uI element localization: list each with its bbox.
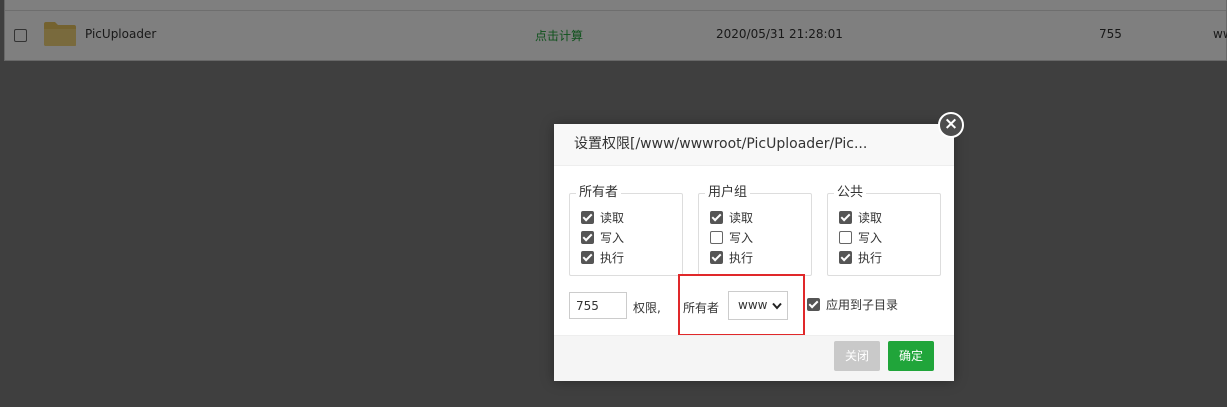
apply-subdir-label: 应用到子目录 <box>826 298 899 312</box>
owner-read-label: 读取 <box>600 211 625 225</box>
owner-legend: 所有者 <box>576 185 622 201</box>
owner-read-option[interactable]: 读取 <box>581 210 624 226</box>
public-write-label: 写入 <box>858 231 883 245</box>
owner-permissions: 所有者 读取 写入 执行 <box>569 185 683 276</box>
dialog-footer: 关闭 确定 <box>554 335 954 381</box>
public-legend: 公共 <box>834 185 867 201</box>
public-read-checkbox[interactable] <box>839 211 852 224</box>
group-write-option[interactable]: 写入 <box>710 230 753 246</box>
close-icon[interactable]: × <box>938 112 964 138</box>
group-exec-option[interactable]: 执行 <box>710 250 753 266</box>
public-read-option[interactable]: 读取 <box>839 210 882 226</box>
public-permissions: 公共 读取 写入 执行 <box>827 185 941 276</box>
group-write-checkbox[interactable] <box>710 231 723 244</box>
owner-write-checkbox[interactable] <box>581 231 594 244</box>
group-read-label: 读取 <box>729 211 754 225</box>
group-read-checkbox[interactable] <box>710 211 723 224</box>
apply-subdir-option[interactable]: 应用到子目录 <box>807 296 898 313</box>
group-permissions: 用户组 读取 写入 执行 <box>698 185 812 276</box>
highlight-box <box>678 274 805 336</box>
permission-input[interactable] <box>569 292 627 319</box>
permission-label: 权限, <box>633 301 661 315</box>
confirm-button[interactable]: 确定 <box>888 341 935 371</box>
public-read-label: 读取 <box>858 211 883 225</box>
group-legend: 用户组 <box>705 185 751 201</box>
public-exec-checkbox[interactable] <box>839 251 852 264</box>
owner-exec-label: 执行 <box>600 251 625 265</box>
group-read-option[interactable]: 读取 <box>710 210 753 226</box>
owner-write-label: 写入 <box>600 231 625 245</box>
close-button[interactable]: 关闭 <box>834 341 881 371</box>
public-exec-label: 执行 <box>858 251 883 265</box>
owner-exec-checkbox[interactable] <box>581 251 594 264</box>
owner-write-option[interactable]: 写入 <box>581 230 624 246</box>
owner-exec-option[interactable]: 执行 <box>581 250 624 266</box>
group-exec-checkbox[interactable] <box>710 251 723 264</box>
owner-read-checkbox[interactable] <box>581 211 594 224</box>
group-exec-label: 执行 <box>729 251 754 265</box>
apply-subdir-checkbox[interactable] <box>807 298 820 311</box>
group-write-label: 写入 <box>729 231 754 245</box>
dialog-title: 设置权限[/www/wwwroot/PicUploader/Pic... <box>554 124 954 166</box>
public-exec-option[interactable]: 执行 <box>839 250 882 266</box>
permission-dialog: 设置权限[/www/wwwroot/PicUploader/Pic... × 所… <box>554 112 964 381</box>
public-write-checkbox[interactable] <box>839 231 852 244</box>
public-write-option[interactable]: 写入 <box>839 230 882 246</box>
